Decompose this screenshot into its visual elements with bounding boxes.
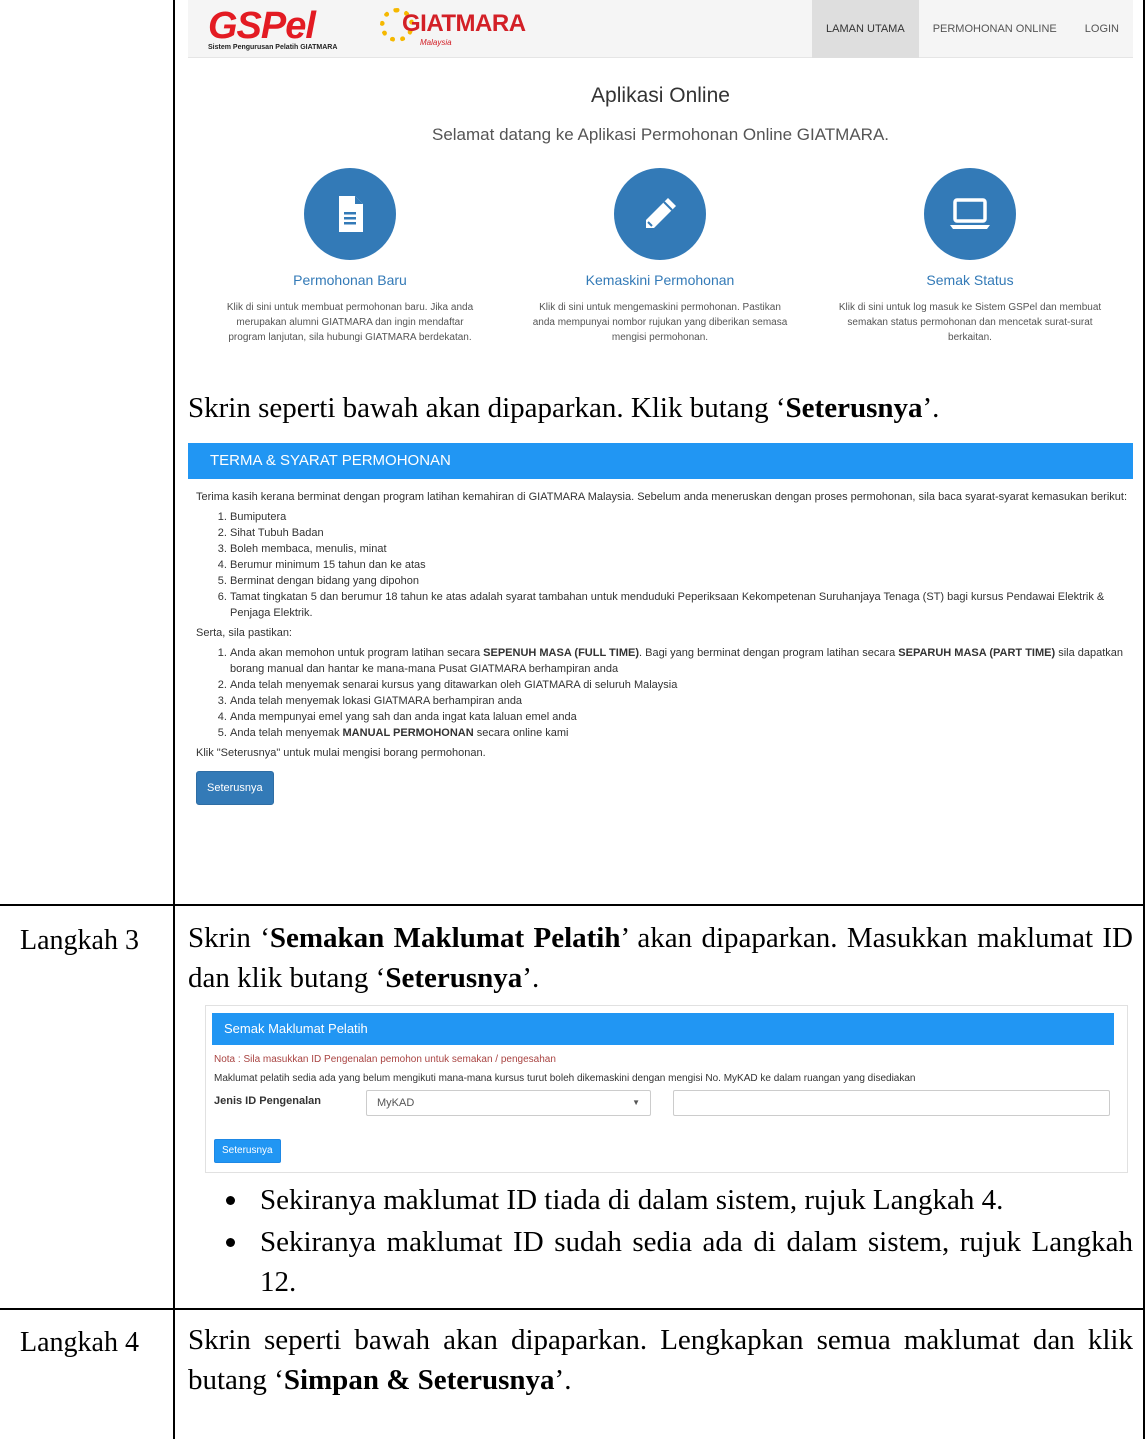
list-item: Anda telah menyemak senarai kursus yang … [230,677,1133,693]
requirements-list: Bumiputera Sihat Tubuh Badan Boleh memba… [218,509,1133,621]
id-type-label: Jenis ID Pengenalan [214,1095,321,1107]
list-item: Sihat Tubuh Badan [230,525,1133,541]
landing-navbar: GSPel Sistem Pengurusan Pelatih GIATMARA… [188,0,1133,58]
id-type-select[interactable]: MyKAD ▼ [366,1090,651,1116]
confirm-list: Anda akan memohon untuk program latihan … [218,645,1133,741]
list-item: Anda telah menyemak MANUAL PERMOHONAN se… [230,725,1133,741]
giatmara-logo[interactable]: GIATMARA Malaysia [380,6,526,52]
list-item: Anda mempunyai emel yang sah dan anda in… [230,709,1133,725]
terms-footer: Klik "Seterusnya" untuk mulai mengisi bo… [196,747,486,759]
step3-instruction: Skrin ‘Semakan Maklumat Pelatih’ akan di… [188,922,1133,994]
step2-instruction: Skrin seperti bawah akan dipaparkan. Kli… [188,392,940,424]
gspel-logo-mark: GSPel [208,5,316,47]
chevron-down-icon: ▼ [632,1098,640,1107]
nav-login[interactable]: LOGIN [1071,0,1133,58]
terms-header: TERMA & SYARAT PERMOHONAN [188,443,1133,479]
step4-instruction: Skrin seperti bawah akan dipaparkan. Len… [188,1324,1133,1396]
semak-header: Semak Maklumat Pelatih [212,1013,1114,1045]
landing-screenshot: GSPel Sistem Pengurusan Pelatih GIATMARA… [188,0,1133,370]
nav-permohonan-online[interactable]: PERMOHONAN ONLINE [919,0,1071,58]
feature-title[interactable]: Semak Status [820,272,1120,288]
feature-title[interactable]: Permohonan Baru [200,272,500,288]
feature-kemaskini-permohonan[interactable]: Kemaskini Permohonan Klik di sini untuk … [510,168,810,345]
list-item: Berminat dengan bidang yang dipohon [230,573,1133,589]
semak-info: Maklumat pelatih sedia ada yang belum me… [214,1073,916,1084]
terms-body: Terima kasih kerana berminat dengan prog… [188,479,1133,805]
gspel-logo-tagline: Sistem Pengurusan Pelatih GIATMARA [208,44,338,51]
terms-screenshot: TERMA & SYARAT PERMOHONAN Terima kasih k… [188,443,1133,895]
list-item: Berumur minimum 15 tahun dan ke atas [230,557,1133,573]
document-icon[interactable] [304,168,396,260]
pencil-icon[interactable] [614,168,706,260]
table-divider-row-2 [0,1308,1145,1310]
giatmara-logo-word: GIATMARA [402,10,526,37]
list-item: Sekiranya maklumat ID tiada di dalam sis… [218,1180,1133,1220]
list-item: Boleh membaca, menulis, minat [230,541,1133,557]
list-item: Anda telah menyemak lokasi GIATMARA berh… [230,693,1133,709]
semak-note: Nota : Sila masukkan ID Pengenalan pemoh… [214,1054,556,1065]
laptop-icon[interactable] [924,168,1016,260]
step4-label: Langkah 4 [20,1327,139,1358]
giatmara-logo-sub: Malaysia [420,38,452,47]
id-type-value: MyKAD [377,1097,415,1109]
list-item: Bumiputera [230,509,1133,525]
page-subtitle: Selamat datang ke Aplikasi Permohonan On… [431,125,890,144]
bullet-icon [226,1196,235,1205]
feature-permohonan-baru[interactable]: Permohonan Baru Klik di sini untuk membu… [200,168,500,345]
step3-label: Langkah 3 [20,925,139,956]
list-item: Tamat tingkatan 5 dan berumur 18 tahun k… [230,589,1133,621]
seterusnya-button[interactable]: Seterusnya [214,1139,281,1163]
list-item: Anda akan memohon untuk program latihan … [230,645,1133,677]
nav-links: LAMAN UTAMA PERMOHONAN ONLINE LOGIN [812,0,1133,58]
terms-intro: Terima kasih kerana berminat dengan prog… [196,491,1127,503]
semak-screenshot: Semak Maklumat Pelatih Nota : Sila masuk… [205,1005,1128,1173]
table-divider-row-1 [0,904,1145,906]
gspel-logo[interactable]: GSPel Sistem Pengurusan Pelatih GIATMARA [208,5,358,54]
feature-desc: Klik di sini untuk membuat permohonan ba… [226,302,474,343]
feature-title[interactable]: Kemaskini Permohonan [510,272,810,288]
page-title: Aplikasi Online [591,84,730,107]
nav-laman-utama[interactable]: LAMAN UTAMA [812,0,919,58]
bullet-icon [226,1238,235,1247]
table-divider-vertical [173,0,175,1439]
step3-bullets: Sekiranya maklumat ID tiada di dalam sis… [218,1180,1133,1304]
seterusnya-button[interactable]: Seterusnya [196,771,274,805]
id-number-input[interactable] [673,1090,1110,1116]
list-item: Sekiranya maklumat ID sudah sedia ada di… [218,1222,1133,1302]
terms-also-label: Serta, sila pastikan: [196,627,292,639]
feature-desc: Klik di sini untuk mengemaskini permohon… [532,302,788,343]
feature-desc: Klik di sini untuk log masuk ke Sistem G… [838,302,1102,343]
feature-semak-status[interactable]: Semak Status Klik di sini untuk log masu… [820,168,1120,345]
